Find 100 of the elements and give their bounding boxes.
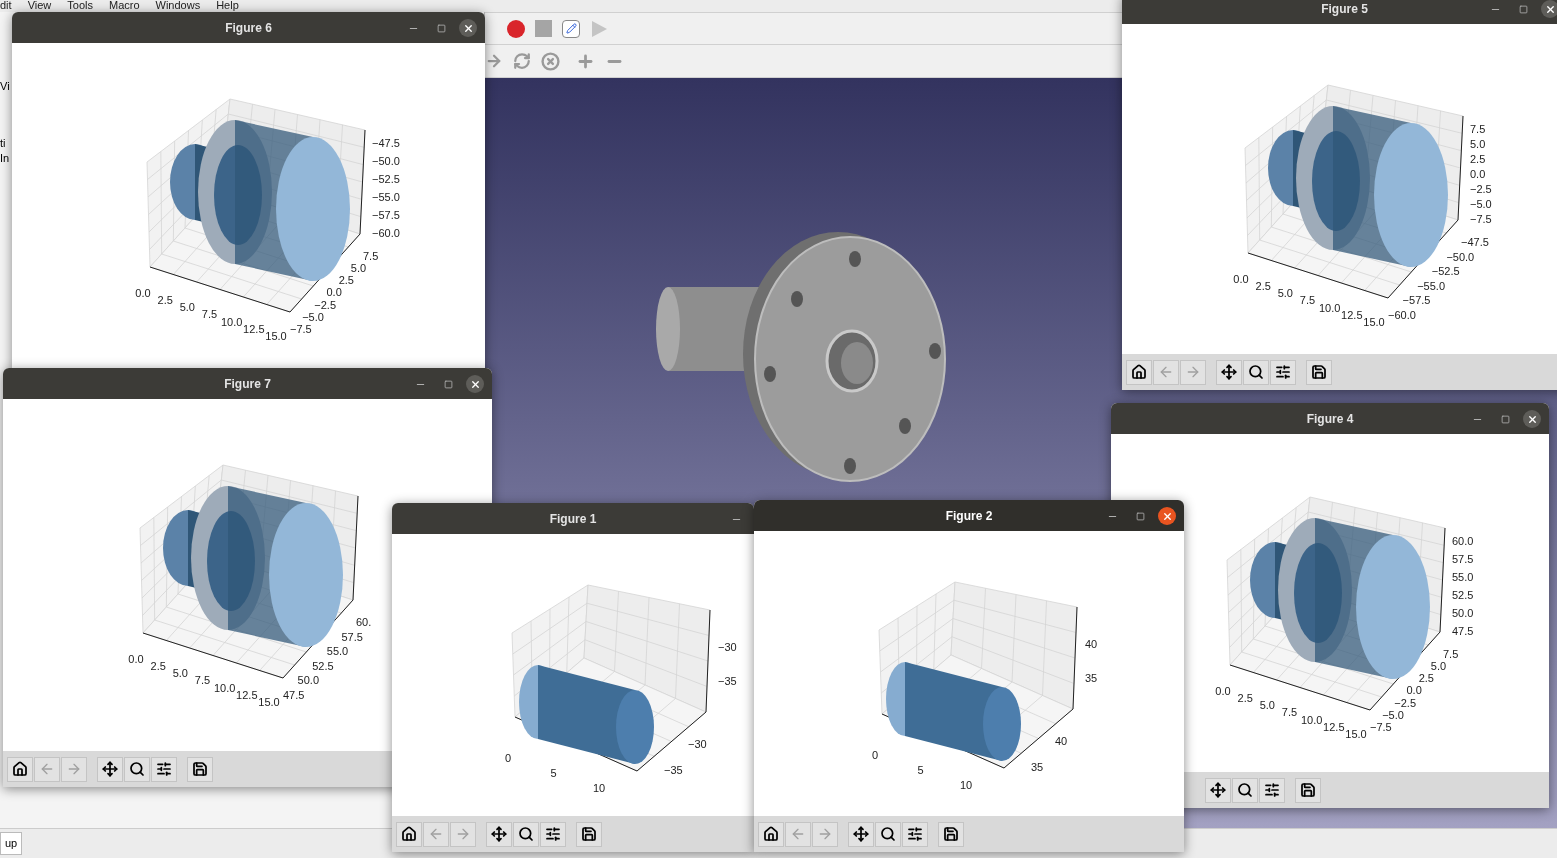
search-icon: [880, 826, 896, 842]
window-title: Figure 4: [1306, 410, 1354, 428]
tick-label: −7.5: [290, 322, 312, 335]
panel-label: Vi: [0, 80, 10, 93]
tick-label: 5.0: [350, 262, 367, 275]
save-button[interactable]: [1295, 777, 1321, 803]
configure-button[interactable]: [902, 821, 928, 847]
right-arrow-icon: [817, 826, 833, 842]
tick-label: 0: [504, 751, 512, 764]
tick-label: 5: [917, 763, 924, 776]
pan-button[interactable]: [97, 756, 123, 782]
tick-label: 10.0: [220, 315, 243, 328]
tick-label: 60.0: [1452, 534, 1474, 547]
search-icon: [129, 761, 145, 777]
tick-label: −60.0: [372, 226, 400, 239]
home-button[interactable]: [7, 756, 33, 782]
menu-item[interactable]: Windows: [155, 0, 201, 11]
right-arrow-icon: [455, 826, 471, 842]
maximize-icon: [436, 23, 446, 33]
configure-button[interactable]: [151, 756, 177, 782]
tick-label: −5.0: [1470, 197, 1492, 210]
close-button[interactable]: [459, 19, 477, 37]
sliders-icon: [907, 826, 923, 842]
tick-label: 15.0: [265, 329, 287, 342]
tick-label: 5.0: [1470, 137, 1486, 150]
tick-label: 2.5: [1237, 692, 1253, 705]
tick-label: −50.0: [1446, 250, 1475, 263]
zoom-button[interactable]: [513, 821, 539, 847]
tick-label: 2.5: [338, 274, 354, 287]
tick-label: 0.0: [128, 652, 144, 665]
window-title: Figure 2: [945, 507, 993, 525]
panel-label: ti: [0, 137, 6, 150]
home-button[interactable]: [396, 821, 422, 847]
house-icon: [12, 761, 28, 777]
tick-label: −35: [664, 763, 683, 776]
tick-label: 12.5: [1341, 308, 1363, 321]
configure-button[interactable]: [1259, 777, 1285, 803]
configure-button[interactable]: [1270, 359, 1296, 385]
tick-label: 7.5: [363, 249, 379, 262]
zoom-button[interactable]: [124, 756, 150, 782]
tick-label: 2.5: [150, 660, 166, 673]
sliders-icon: [1264, 782, 1280, 798]
menu-item[interactable]: Tools: [67, 0, 93, 11]
record-icon[interactable]: [507, 19, 525, 38]
tick-label: 5.0: [1259, 699, 1275, 712]
tick-label: 10: [959, 778, 973, 791]
tick-label: −30: [688, 737, 707, 750]
close-icon: [469, 378, 481, 390]
pan-button[interactable]: [1205, 777, 1231, 803]
menu-item[interactable]: dit: [0, 0, 12, 11]
tick-label: 10: [592, 781, 606, 794]
tick-label: 15.0: [1345, 727, 1367, 740]
menu-item[interactable]: Macro: [108, 0, 140, 11]
tick-label: 7.5: [1299, 294, 1316, 307]
menu-item[interactable]: Help: [216, 0, 239, 11]
tick-label: −47.5: [372, 136, 400, 149]
zoom-button[interactable]: [875, 821, 901, 847]
tick-label: 0.0: [326, 286, 342, 299]
tick-label: 5.0: [172, 667, 188, 680]
tick-label: −5.0: [1382, 708, 1404, 721]
close-icon: [462, 22, 474, 34]
house-icon: [763, 826, 779, 842]
tick-label: 0: [871, 748, 879, 761]
tick-label: 15.0: [1363, 315, 1385, 328]
tick-label: 7.5: [194, 674, 211, 687]
configure-button[interactable]: [540, 821, 566, 847]
tick-label: 57.5: [1452, 552, 1474, 565]
pan-button[interactable]: [848, 821, 874, 847]
tick-label: −52.5: [372, 172, 400, 185]
tick-label: 2.5: [157, 294, 173, 307]
tick-label: 5.0: [179, 301, 195, 314]
left-arrow-icon: [1158, 364, 1174, 380]
pan-button[interactable]: [1216, 359, 1242, 385]
close-button[interactable]: [1541, 0, 1557, 18]
save-button[interactable]: [187, 756, 213, 782]
panel-tab[interactable]: up: [0, 832, 23, 855]
zoom-button[interactable]: [1232, 777, 1258, 803]
menu-item[interactable]: View: [27, 0, 52, 11]
home-button[interactable]: [1126, 359, 1152, 385]
four-way-arrow-icon: [102, 761, 118, 777]
close-button[interactable]: [466, 375, 484, 393]
maximize-icon: [1518, 4, 1528, 14]
tick-label: 0.0: [1233, 272, 1249, 285]
close-button[interactable]: [1158, 507, 1176, 525]
save-button[interactable]: [938, 821, 964, 847]
close-icon: [1526, 413, 1538, 425]
close-button[interactable]: [1523, 410, 1541, 428]
tick-label: −2.5: [1394, 696, 1417, 709]
four-way-arrow-icon: [491, 826, 507, 842]
tick-label: 47.5: [1452, 624, 1474, 637]
pan-button[interactable]: [486, 821, 512, 847]
tick-label: 35: [1031, 760, 1044, 773]
save-button[interactable]: [576, 821, 602, 847]
pencil-icon[interactable]: [562, 19, 580, 38]
home-button[interactable]: [758, 821, 784, 847]
right-arrow-icon: [66, 761, 82, 777]
tick-label: 55.0: [1452, 570, 1474, 583]
save-button[interactable]: [1306, 359, 1332, 385]
right-arrow-icon[interactable]: [485, 52, 503, 70]
zoom-button[interactable]: [1243, 359, 1269, 385]
